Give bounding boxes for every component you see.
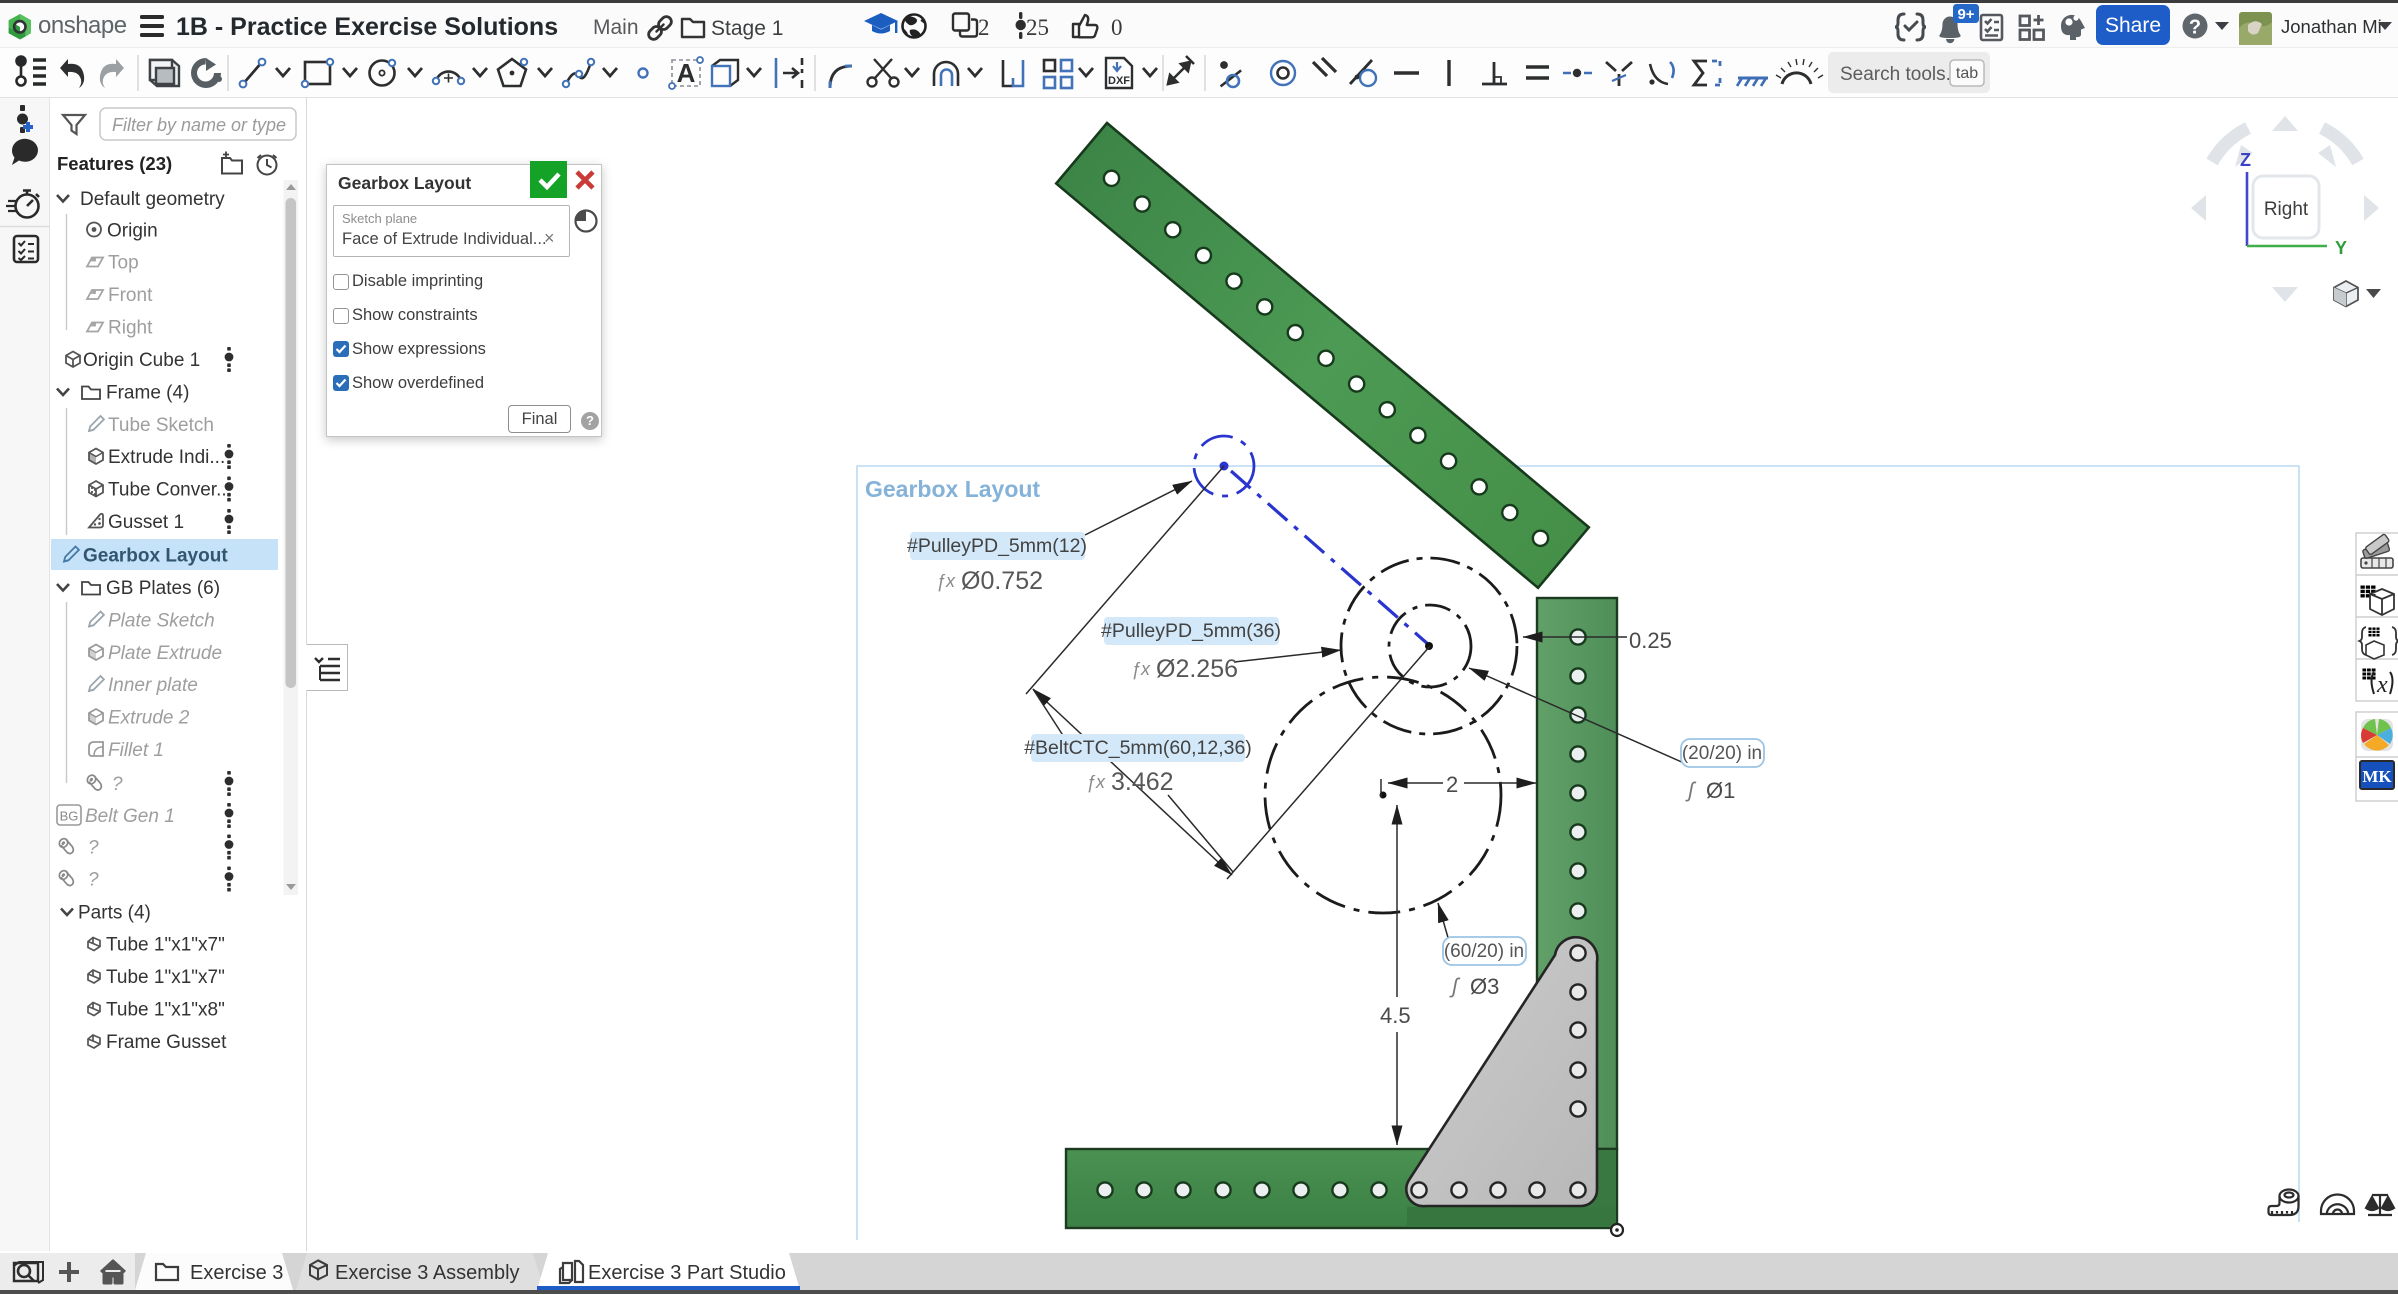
svg-text:Ø0.752: Ø0.752 bbox=[961, 567, 1043, 595]
svg-text:Extrude Indi...: Extrude Indi... bbox=[108, 447, 225, 468]
svg-text:0: 0 bbox=[1111, 15, 1123, 40]
svg-text:Ø1: Ø1 bbox=[1706, 778, 1735, 803]
svg-text:Ø3: Ø3 bbox=[1470, 974, 1499, 999]
svg-text:Right: Right bbox=[2264, 199, 2309, 220]
svg-text:Plate Sketch: Plate Sketch bbox=[108, 611, 215, 632]
svg-text:GB Plates (6): GB Plates (6) bbox=[106, 578, 220, 599]
svg-text:?: ? bbox=[88, 870, 99, 891]
svg-text:Main: Main bbox=[593, 16, 639, 39]
svg-text:Belt Gen 1: Belt Gen 1 bbox=[85, 806, 175, 827]
svg-text:Jonathan Mi: Jonathan Mi bbox=[2281, 16, 2382, 37]
svg-text:Y: Y bbox=[2335, 238, 2347, 258]
svg-text:3.462: 3.462 bbox=[1111, 768, 1174, 796]
svg-text:1B - Practice Exercise Solutio: 1B - Practice Exercise Solutions bbox=[176, 13, 558, 41]
svg-text:#PulleyPD_5mm(12): #PulleyPD_5mm(12) bbox=[907, 535, 1087, 557]
svg-text:Origin: Origin bbox=[107, 221, 158, 242]
svg-text:Z: Z bbox=[2240, 150, 2251, 170]
svg-text:4.5: 4.5 bbox=[1380, 1003, 1411, 1028]
svg-text:Top: Top bbox=[108, 253, 139, 274]
svg-text:Frame Gusset: Frame Gusset bbox=[106, 1032, 227, 1053]
svg-text:ƒx: ƒx bbox=[1131, 659, 1151, 679]
svg-text:Tube Conver...: Tube Conver... bbox=[108, 480, 232, 501]
svg-text:ʃ: ʃ bbox=[1449, 975, 1461, 998]
svg-text:(20/20) in: (20/20) in bbox=[1682, 743, 1762, 764]
svg-text:Front: Front bbox=[108, 285, 153, 306]
svg-text:#BeltCTC_5mm(60,12,36): #BeltCTC_5mm(60,12,36) bbox=[1024, 737, 1252, 759]
svg-text:0.25: 0.25 bbox=[1629, 628, 1672, 653]
svg-text:?: ? bbox=[112, 774, 123, 795]
svg-text:Filter by name or type: Filter by name or type bbox=[112, 115, 286, 135]
svg-text:Exercise 3 Part Studio: Exercise 3 Part Studio bbox=[588, 1262, 786, 1284]
svg-text:Tube 1"x1"x8": Tube 1"x1"x8" bbox=[106, 1000, 225, 1021]
svg-text:DXF: DXF bbox=[1108, 75, 1130, 87]
svg-text:ƒx: ƒx bbox=[936, 571, 956, 591]
svg-text:Origin Cube 1: Origin Cube 1 bbox=[83, 350, 200, 371]
svg-text:Default geometry: Default geometry bbox=[80, 189, 225, 210]
svg-text:x: x bbox=[2376, 672, 2388, 698]
svg-text:tab: tab bbox=[1956, 65, 1978, 82]
svg-text:25: 25 bbox=[1026, 15, 1049, 40]
svg-text:Plate Extrude: Plate Extrude bbox=[108, 643, 222, 664]
svg-text:ʃ: ʃ bbox=[1685, 779, 1697, 802]
svg-text:Features (23): Features (23) bbox=[57, 153, 172, 174]
svg-text:2: 2 bbox=[1446, 772, 1458, 797]
svg-text:Exercise 3 Assembly: Exercise 3 Assembly bbox=[335, 1262, 520, 1284]
svg-text:Right: Right bbox=[108, 318, 153, 339]
svg-text:9+: 9+ bbox=[1957, 6, 1974, 23]
svg-text:Tube Sketch: Tube Sketch bbox=[108, 415, 214, 436]
svg-text:Gusset 1: Gusset 1 bbox=[108, 512, 184, 533]
svg-text:ƒx: ƒx bbox=[1086, 772, 1106, 792]
svg-text:Gearbox Layout: Gearbox Layout bbox=[83, 546, 228, 567]
svg-text:Stage 1: Stage 1 bbox=[711, 17, 783, 40]
svg-text:?: ? bbox=[2189, 17, 2201, 39]
svg-text:Tube 1"x1"x7": Tube 1"x1"x7" bbox=[106, 967, 225, 988]
svg-text:#PulleyPD_5mm(36): #PulleyPD_5mm(36) bbox=[1101, 620, 1281, 642]
svg-text:MK: MK bbox=[2362, 767, 2392, 786]
svg-text:Search tools...: Search tools... bbox=[1840, 64, 1961, 85]
svg-text:?: ? bbox=[88, 838, 99, 859]
svg-text:Frame (4): Frame (4) bbox=[106, 383, 189, 404]
svg-text:A: A bbox=[677, 58, 696, 88]
svg-text:Gearbox Layout: Gearbox Layout bbox=[865, 476, 1040, 502]
svg-text:(60/20) in: (60/20) in bbox=[1444, 941, 1524, 962]
svg-text:Inner plate: Inner plate bbox=[108, 675, 198, 696]
svg-text:2: 2 bbox=[978, 15, 990, 40]
svg-text:Parts (4): Parts (4) bbox=[78, 903, 151, 924]
svg-text:Exercise 3: Exercise 3 bbox=[190, 1262, 283, 1284]
svg-text:Ø2.256: Ø2.256 bbox=[1156, 655, 1238, 683]
svg-text:Fillet 1: Fillet 1 bbox=[108, 740, 164, 761]
svg-text:onshape: onshape bbox=[38, 12, 127, 39]
svg-text:Extrude 2: Extrude 2 bbox=[108, 708, 190, 729]
svg-text:Share: Share bbox=[2105, 14, 2161, 37]
svg-text:BG: BG bbox=[60, 809, 79, 824]
svg-text:Tube 1"x1"x7": Tube 1"x1"x7" bbox=[106, 935, 225, 956]
